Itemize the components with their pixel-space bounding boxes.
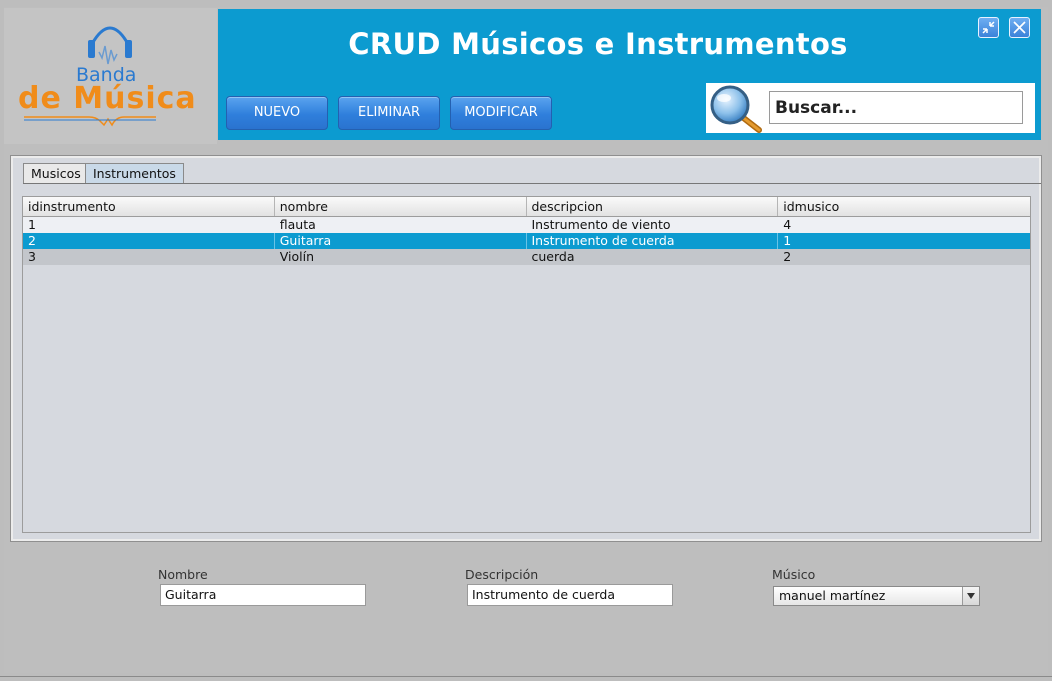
- table-row[interactable]: 1 flauta Instrumento de viento 4: [23, 217, 1030, 233]
- nombre-field[interactable]: Guitarra: [160, 584, 366, 606]
- table-row-selected[interactable]: 2 Guitarra Instrumento de cuerda 1: [23, 233, 1030, 249]
- close-button[interactable]: [1009, 17, 1030, 38]
- column-header-nombre[interactable]: nombre: [275, 197, 527, 216]
- table-cell: Guitarra: [275, 233, 527, 249]
- column-header-idinstrumento[interactable]: idinstrumento: [23, 197, 275, 216]
- minimize-button[interactable]: [978, 17, 999, 38]
- musico-select[interactable]: manuel martínez: [773, 586, 980, 606]
- descripcion-field[interactable]: Instrumento de cuerda: [467, 584, 673, 606]
- table-cell: cuerda: [531, 249, 575, 264]
- edit-button[interactable]: MODIFICAR: [450, 96, 552, 130]
- new-button[interactable]: NUEVO: [226, 96, 328, 130]
- header-banner: CRUD Músicos e Instrumentos NUEVO ELIMIN…: [218, 9, 1041, 140]
- search-input[interactable]: [769, 91, 1023, 124]
- tab-divider: [23, 183, 1041, 184]
- tab-instrumentos[interactable]: Instrumentos: [85, 163, 184, 183]
- table-row[interactable]: 3 Violín cuerda 2: [23, 249, 1030, 265]
- nombre-label: Nombre: [158, 567, 208, 582]
- musico-select-value: manuel martínez: [779, 588, 886, 603]
- table-cell: 3: [28, 249, 36, 264]
- logo: Banda de Música: [4, 8, 217, 144]
- table-cell: flauta: [279, 217, 316, 232]
- table-header: idinstrumento nombre descripcion idmusic…: [23, 197, 1030, 217]
- close-icon: [1013, 21, 1026, 34]
- dropdown-arrow[interactable]: [962, 587, 979, 605]
- table-cell: 1: [28, 217, 36, 232]
- column-header-idmusico[interactable]: idmusico: [778, 197, 1030, 216]
- table-cell: Instrumento de cuerda: [527, 233, 779, 249]
- delete-button[interactable]: ELIMINAR: [338, 96, 440, 130]
- table-cell: 2: [23, 233, 275, 249]
- table-cell: 4: [783, 217, 792, 232]
- tab-panel: Musicos Instrumentos idinstrumento nombr…: [10, 155, 1042, 542]
- magnifier-icon: [710, 85, 762, 133]
- instruments-table: idinstrumento nombre descripcion idmusic…: [22, 196, 1031, 533]
- chevron-down-icon: [967, 593, 975, 599]
- column-header-descripcion[interactable]: descripcion: [527, 197, 779, 216]
- table-cell: 2: [783, 249, 792, 264]
- musico-label: Músico: [772, 567, 816, 582]
- page-title: CRUD Músicos e Instrumentos: [348, 27, 848, 61]
- descripcion-label: Descripción: [465, 567, 539, 582]
- divider: [0, 676, 1052, 677]
- shrink-icon: [982, 21, 995, 34]
- search-box: [706, 83, 1035, 133]
- tab-musicos[interactable]: Musicos: [23, 163, 89, 183]
- table-cell: Violín: [279, 249, 315, 264]
- logo-text-musica: de Música: [18, 81, 197, 116]
- table-cell: Instrumento de viento: [531, 217, 671, 232]
- table-cell: 1: [783, 233, 792, 248]
